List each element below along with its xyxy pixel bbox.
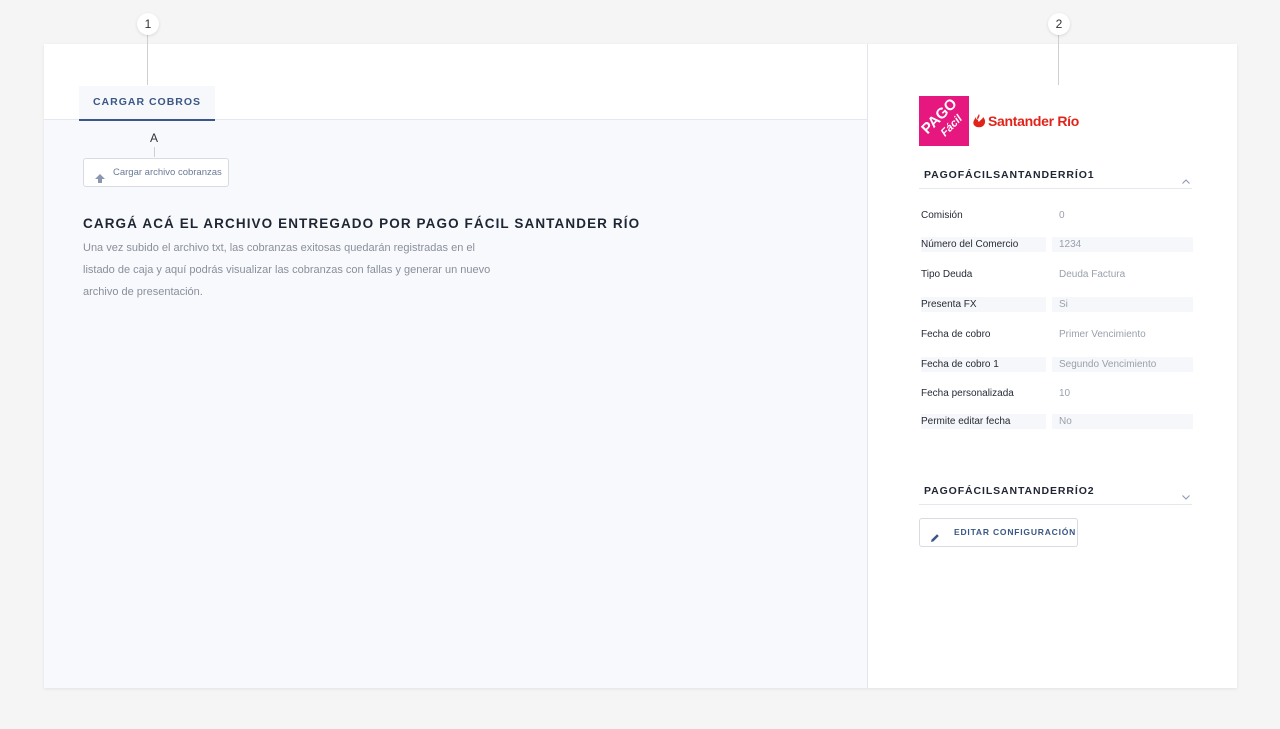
upload-file-label: Cargar archivo cobranzas (113, 167, 222, 178)
config-label: Tipo Deuda (921, 269, 973, 280)
config-label: Permite editar fecha (921, 414, 1046, 429)
pago-facil-logo: PAGO Fácil (918, 95, 969, 151)
tab-cargar-cobros[interactable]: CARGAR COBROS (79, 86, 215, 121)
section-title: PAGOFÁCILSANTANDERRÍO1 (924, 169, 1095, 181)
section-title: PAGOFÁCILSANTANDERRÍO2 (924, 485, 1095, 497)
page-title: CARGÁ ACÁ EL ARCHIVO ENTREGADO POR PAGO … (83, 216, 641, 231)
config-row: Fecha de cobro 1 Segundo Vencimiento (919, 357, 1193, 372)
description: Una vez subido el archivo txt, las cobra… (83, 237, 523, 303)
callout-2: 2 (1048, 13, 1070, 35)
config-value: Deuda Factura (1059, 269, 1126, 280)
description-line: listado de caja y aquí podrás visualizar… (83, 264, 491, 276)
config-label: Número del Comercio (921, 237, 1046, 252)
config-row: Fecha personalizada 10 (919, 386, 1193, 401)
config-row: Permite editar fecha No (919, 414, 1193, 429)
section-header-2[interactable]: PAGOFÁCILSANTANDERRÍO2 (919, 472, 1192, 505)
main-card: CARGAR COBROS A Cargar archivo cobranzas… (44, 44, 1237, 688)
config-value: 1234 (1052, 237, 1193, 252)
config-value: No (1052, 414, 1193, 429)
config-value: Si (1052, 297, 1193, 312)
chevron-up-icon[interactable] (1182, 171, 1190, 189)
config-label: Fecha personalizada (921, 388, 1014, 399)
description-line: Una vez subido el archivo txt, las cobra… (83, 242, 475, 254)
chevron-down-icon[interactable] (1182, 487, 1190, 505)
config-value: Primer Vencimiento (1059, 329, 1146, 340)
description-line: archivo de presentación. (83, 286, 203, 298)
config-row: Fecha de cobro Primer Vencimiento (919, 327, 1193, 342)
section-header-1[interactable]: PAGOFÁCILSANTANDERRÍO1 (919, 156, 1192, 189)
callout-a-line (154, 147, 155, 157)
edit-configuration-label: EDITAR CONFIGURACIÓN (954, 527, 1077, 537)
config-label: Fecha de cobro (921, 329, 991, 340)
config-row: Número del Comercio 1234 (919, 237, 1193, 252)
config-value: 10 (1059, 388, 1071, 399)
callout-1: 1 (137, 13, 159, 35)
santander-flame-icon (972, 114, 986, 131)
config-row: Comisión 0 (919, 208, 1193, 223)
config-label: Fecha de cobro 1 (921, 357, 1046, 372)
santander-label: Santander Río (988, 113, 1080, 129)
config-label: Presenta FX (921, 297, 1046, 312)
callout-a: A (150, 131, 159, 145)
config-value: 0 (1059, 210, 1065, 221)
tab-bar: CARGAR COBROS (44, 44, 867, 121)
config-value: Segundo Vencimiento (1052, 357, 1193, 372)
config-row: Tipo Deuda Deuda Factura (919, 267, 1193, 282)
upload-pane: CARGAR COBROS A Cargar archivo cobranzas… (44, 44, 868, 688)
config-row: Presenta FX Si (919, 297, 1193, 312)
callout-1-line (147, 35, 148, 85)
callout-2-line (1058, 35, 1059, 85)
pencil-icon (930, 527, 940, 554)
upload-file-button[interactable]: Cargar archivo cobranzas (83, 158, 229, 187)
upload-icon (95, 168, 105, 195)
edit-configuration-button[interactable]: EDITAR CONFIGURACIÓN (919, 518, 1078, 547)
config-label: Comisión (921, 210, 963, 221)
